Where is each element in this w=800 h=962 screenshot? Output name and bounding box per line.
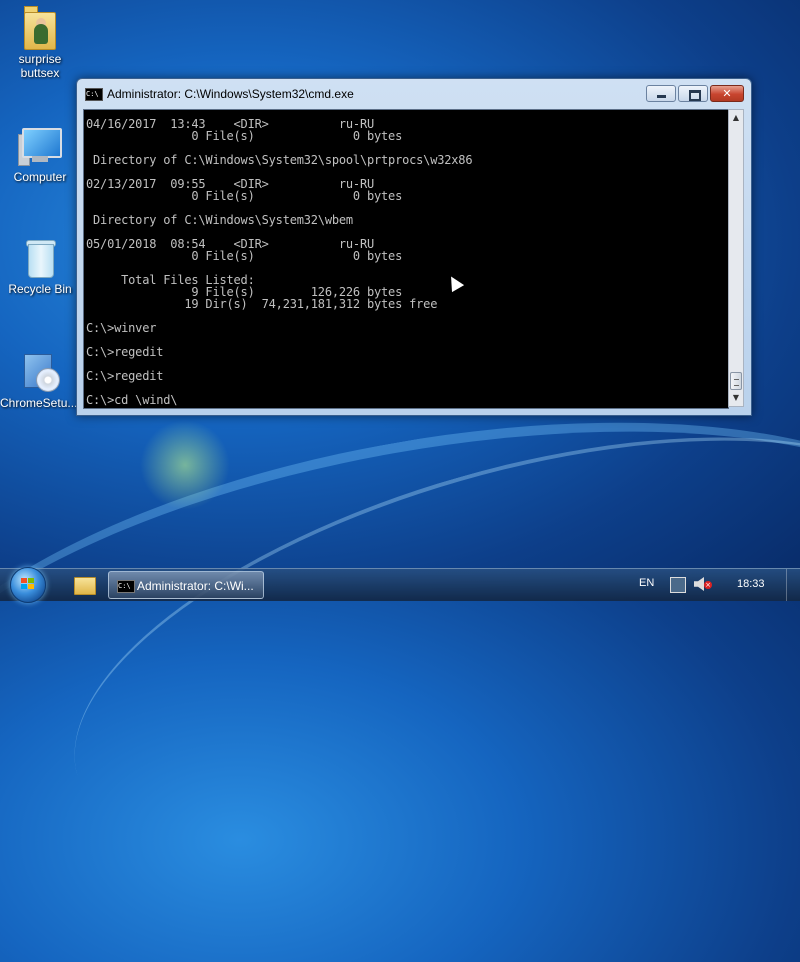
taskbar-explorer-button[interactable]: [66, 573, 102, 597]
desktop-icon-label: Recycle Bin: [8, 282, 72, 296]
start-button[interactable]: [10, 567, 46, 603]
desktop-icon-label: Computer: [13, 170, 67, 184]
close-button[interactable]: ✕: [710, 85, 744, 102]
desktop-icon-user-folder[interactable]: surprise buttsex: [2, 6, 78, 80]
taskbar-app-label: Administrator: C:\Wi...: [137, 579, 254, 593]
volume-icon[interactable]: [694, 577, 704, 591]
desktop-icon-chrome-setup[interactable]: ChromeSetu...: [0, 350, 78, 410]
desktop-icon-computer[interactable]: Computer: [2, 124, 78, 184]
recycle-bin-icon: [20, 236, 60, 280]
window-titlebar[interactable]: C:\ Administrator: C:\Windows\System32\c…: [77, 79, 751, 107]
wallpaper-glow: [140, 420, 230, 510]
console-line: C:\>winver: [86, 321, 157, 335]
vertical-scrollbar[interactable]: ▲ ▼: [728, 109, 744, 407]
taskbar-cmd-button[interactable]: C:\ Administrator: C:\Wi...: [108, 571, 264, 599]
console-text: 04/16/2017 13:43 <DIR> ru-RU 0 File(s) 0…: [86, 118, 473, 407]
console-line: C:\>regedit: [86, 369, 164, 383]
desktop-icon-label-line2: buttsex: [20, 66, 60, 80]
folder-icon: [74, 577, 96, 595]
scroll-down-arrow-icon[interactable]: ▼: [729, 390, 743, 406]
close-icon: ✕: [722, 87, 732, 100]
console-output[interactable]: 04/16/2017 13:43 <DIR> ru-RU 0 File(s) 0…: [83, 109, 729, 409]
computer-icon: [18, 124, 62, 168]
taskbar: C:\ Administrator: C:\Wi... EN × 18:33: [0, 567, 800, 603]
windows-logo-icon: [21, 578, 35, 590]
desktop-icon-label: ChromeSetu...: [0, 396, 78, 410]
cmd-window[interactable]: C:\ Administrator: C:\Windows\System32\c…: [76, 78, 752, 416]
console-line: C:\>cd \wind\: [86, 393, 178, 407]
window-title: Administrator: C:\Windows\System32\cmd.e…: [107, 87, 354, 101]
network-icon[interactable]: [670, 577, 686, 593]
console-line: 19 Dir(s) 74,231,181,312 bytes free: [86, 297, 438, 311]
show-desktop-button[interactable]: [786, 569, 800, 601]
console-line: 0 File(s) 0 bytes: [86, 189, 403, 203]
user-folder-icon: [20, 6, 60, 50]
scroll-up-arrow-icon[interactable]: ▲: [729, 110, 743, 126]
desktop-icon-recycle-bin[interactable]: Recycle Bin: [2, 236, 78, 296]
console-line: C:\>regedit: [86, 345, 164, 359]
maximize-icon: [689, 90, 701, 101]
desktop-icon-label: surprise: [18, 52, 62, 66]
cmd-icon: C:\: [85, 88, 103, 101]
minimize-button[interactable]: [646, 85, 676, 102]
minimize-icon: [657, 95, 666, 98]
console-line: 0 File(s) 0 bytes: [86, 249, 403, 263]
console-line: Directory of C:\Windows\System32\wbem: [86, 213, 353, 227]
language-indicator[interactable]: EN: [639, 577, 654, 589]
volume-muted-icon: ×: [704, 581, 712, 589]
setup-disc-icon: [18, 350, 60, 394]
console-line: Directory of C:\Windows\System32\spool\p…: [86, 153, 473, 167]
scrollbar-thumb[interactable]: [730, 372, 742, 390]
clock[interactable]: 18:33: [737, 578, 765, 590]
cmd-icon: C:\: [117, 580, 135, 593]
console-line: 0 File(s) 0 bytes: [86, 129, 403, 143]
maximize-button[interactable]: [678, 85, 708, 102]
